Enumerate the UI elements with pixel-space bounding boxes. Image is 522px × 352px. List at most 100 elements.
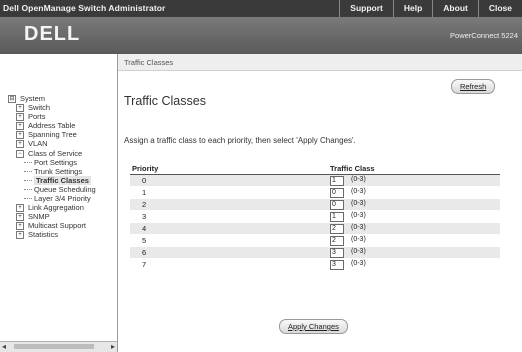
table-row: 2 (0-3) bbox=[130, 199, 500, 211]
range-hint: (0-3) bbox=[351, 224, 366, 231]
tree-item[interactable]: + Link Aggregation bbox=[8, 203, 96, 213]
priority-cell: 0 bbox=[142, 176, 147, 185]
dell-logo: DELL bbox=[24, 23, 81, 45]
tree-item[interactable]: Queue Scheduling bbox=[8, 185, 96, 194]
range-hint: (0-3) bbox=[351, 200, 366, 207]
tree-item-label: Trunk Settings bbox=[34, 166, 83, 176]
tree-item[interactable]: Trunk Settings bbox=[8, 167, 96, 176]
tree-item[interactable]: Traffic Classes bbox=[8, 175, 96, 185]
tree-item-label: Spanning Tree bbox=[28, 130, 77, 140]
expand-toggle-icon[interactable]: + bbox=[16, 113, 24, 122]
tree-item[interactable]: + Address Table bbox=[8, 121, 96, 131]
tree-item[interactable]: + Switch bbox=[8, 103, 96, 113]
tree-item-label: Layer 3/4 Priority bbox=[34, 194, 91, 204]
apply-changes-button[interactable]: Apply Changes bbox=[279, 319, 348, 334]
tree-item[interactable]: Layer 3/4 Priority bbox=[8, 194, 96, 203]
close-link[interactable]: Close bbox=[477, 0, 522, 17]
expand-toggle-icon[interactable]: + bbox=[16, 231, 24, 240]
app-title: Dell OpenManage Switch Administrator bbox=[3, 3, 166, 13]
priority-cell: 4 bbox=[142, 224, 147, 233]
table-body: 0 (0-3) 1 (0-3) 2 (0-3) 3 (0-3) 4 (0-3) 5 (0-3) 6 (0-… bbox=[130, 175, 500, 271]
tree-item[interactable]: Port Settings bbox=[8, 158, 96, 167]
about-link[interactable]: About bbox=[432, 0, 478, 17]
tree-item-label: Link Aggregation bbox=[28, 203, 84, 213]
tree-connector bbox=[24, 198, 32, 200]
instructions: Assign a traffic class to each priority,… bbox=[124, 136, 356, 145]
priority-cell: 5 bbox=[142, 236, 147, 245]
tree-item-label: Ports bbox=[28, 112, 46, 122]
tree-item-label: Switch bbox=[28, 103, 51, 113]
expand-toggle-icon[interactable]: + bbox=[16, 213, 24, 222]
priority-header: Priority bbox=[132, 164, 159, 173]
table-row: 0 (0-3) bbox=[130, 175, 500, 187]
scroll-thumb[interactable] bbox=[14, 344, 94, 349]
expand-toggle-icon[interactable]: + bbox=[16, 104, 24, 113]
tree-item[interactable]: ⊟ System bbox=[8, 94, 96, 104]
table-row: 4 (0-3) bbox=[130, 223, 500, 235]
breadcrumb-bar: Traffic Classes bbox=[118, 54, 522, 71]
range-hint: (0-3) bbox=[351, 188, 366, 195]
scroll-left-arrow-icon[interactable]: ◂ bbox=[2, 342, 6, 351]
traffic-class-input[interactable] bbox=[330, 248, 344, 258]
tree-item[interactable]: + Spanning Tree bbox=[8, 130, 96, 140]
tree-connector bbox=[24, 170, 32, 173]
top-nav: Support Help About Close bbox=[339, 0, 522, 17]
tree-item-label: Multicast Support bbox=[28, 221, 86, 231]
tree-item-label: Statistics bbox=[28, 230, 59, 240]
refresh-button[interactable]: Refresh bbox=[451, 79, 496, 94]
support-link[interactable]: Support bbox=[339, 0, 393, 17]
table-row: 1 (0-3) bbox=[130, 187, 500, 199]
traffic-class-input[interactable] bbox=[330, 200, 344, 210]
tree-item-label: System bbox=[20, 94, 46, 103]
tree-horizontal-scrollbar[interactable]: ◂ ▸ bbox=[0, 341, 117, 352]
priority-cell: 3 bbox=[142, 212, 147, 221]
expand-toggle-icon[interactable]: + bbox=[16, 140, 24, 149]
tree-item-label: SNMP bbox=[28, 212, 50, 222]
traffic-class-input[interactable] bbox=[330, 236, 344, 246]
content-pane: Traffic Classes Traffic Classes Refresh … bbox=[118, 54, 522, 352]
range-hint: (0-3) bbox=[351, 212, 366, 219]
tree-item[interactable]: + Statistics bbox=[8, 230, 96, 240]
tree-item-label: Port Settings bbox=[34, 157, 77, 167]
range-hint: (0-3) bbox=[351, 236, 366, 243]
tree-item[interactable]: + Ports bbox=[8, 112, 96, 122]
table-row: 3 (0-3) bbox=[130, 211, 500, 223]
table-row: 5 (0-3) bbox=[130, 235, 500, 247]
table-header: Priority Traffic Class bbox=[130, 164, 500, 175]
navigation-tree: ⊟ System + Switch + Ports + Address Table + Spann… bbox=[8, 94, 96, 240]
traffic-class-input[interactable] bbox=[330, 212, 344, 222]
tree-item[interactable]: + SNMP bbox=[8, 212, 96, 222]
tree-item-label: Queue Scheduling bbox=[34, 184, 96, 194]
traffic-class-table: Priority Traffic Class 0 (0-3) 1 (0-3) 2 (0-3… bbox=[130, 164, 500, 271]
expand-toggle-icon[interactable]: + bbox=[16, 222, 24, 231]
traffic-class-input[interactable] bbox=[330, 224, 344, 234]
tree-item[interactable]: + VLAN bbox=[8, 139, 96, 149]
tree-item-label: Address Table bbox=[28, 121, 76, 131]
expand-toggle-icon[interactable]: + bbox=[16, 131, 24, 140]
help-link[interactable]: Help bbox=[392, 0, 432, 17]
tree-item[interactable]: + Multicast Support bbox=[8, 221, 96, 231]
expand-toggle-icon[interactable]: − bbox=[16, 149, 24, 158]
title-bar: Dell OpenManage Switch Administrator Sup… bbox=[0, 0, 522, 17]
tree-connector bbox=[24, 179, 32, 182]
traffic-class-input[interactable] bbox=[330, 188, 344, 198]
scroll-right-arrow-icon[interactable]: ▸ bbox=[111, 342, 115, 351]
range-hint: (0-3) bbox=[351, 248, 366, 255]
page-title: Traffic Classes bbox=[124, 94, 206, 108]
traffic-class-input[interactable] bbox=[330, 260, 344, 270]
tree-item-label: VLAN bbox=[28, 139, 48, 149]
tree-connector bbox=[24, 161, 32, 164]
range-hint: (0-3) bbox=[351, 176, 366, 183]
tree-item[interactable]: − Class of Service bbox=[8, 149, 96, 158]
range-hint: (0-3) bbox=[351, 260, 366, 267]
expand-toggle-icon[interactable]: ⊟ bbox=[8, 95, 16, 104]
product-name: PowerConnect 5224 bbox=[450, 31, 518, 40]
priority-cell: 7 bbox=[142, 260, 147, 269]
expand-toggle-icon[interactable]: + bbox=[16, 204, 24, 213]
tree-item-label: Traffic Classes bbox=[34, 175, 91, 185]
traffic-class-input[interactable] bbox=[330, 176, 344, 186]
tree-connector bbox=[24, 188, 32, 191]
priority-cell: 1 bbox=[142, 188, 147, 197]
expand-toggle-icon[interactable]: + bbox=[16, 122, 24, 131]
navigation-tree-pane: ⊟ System + Switch + Ports + Address Table + Spann… bbox=[0, 54, 118, 352]
